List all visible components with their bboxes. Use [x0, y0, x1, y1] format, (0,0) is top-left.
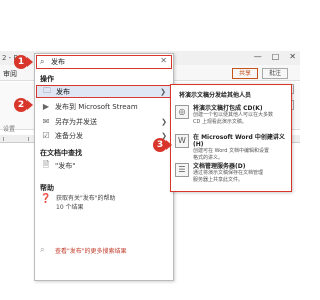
save-and-send-menu-item[interactable]: ✉ 另存为并发送 ❯: [36, 115, 172, 128]
document-icon: 🗎: [42, 159, 50, 169]
actions-section-title: 操作: [40, 75, 54, 83]
submenu-item-desc: 创建可在 Word 文档中编辑和设置: [193, 148, 270, 154]
menu-item-label: 另存为并发送: [55, 117, 97, 126]
search-bar[interactable]: ⌕ ✕: [36, 55, 172, 69]
help-section-title: 帮助: [40, 184, 54, 192]
folder-icon: 🗀: [43, 85, 51, 95]
save-send-icon: ✉: [42, 117, 50, 126]
more-search-results-link[interactable]: ⌕ 查看"发布"的更多搜索结果: [36, 244, 172, 256]
callout-badge-1: 1: [14, 55, 28, 69]
callout-arrow: [27, 100, 33, 110]
submenu-item-title: 将演示文稿打包成 CD(K): [193, 105, 263, 112]
close-window-icon[interactable]: ✕: [289, 52, 296, 61]
share-button[interactable]: 共享: [232, 68, 258, 79]
submenu-item-desc: 服务器上共享此文件。: [193, 177, 244, 183]
search-input[interactable]: [51, 57, 151, 67]
submenu-item-title: 文档管理服务器(D): [193, 163, 246, 170]
window-controls: — □ ✕: [254, 52, 296, 61]
callout-badge-3: 3: [153, 138, 167, 152]
more-results-label: 查看"发布"的更多搜索结果: [55, 247, 127, 255]
menu-item-label: 发布: [56, 87, 70, 96]
publish-menu-item[interactable]: 🗀 发布 ❯: [36, 85, 172, 98]
server-icon: ☰: [175, 163, 189, 177]
comments-button[interactable]: 批注: [262, 68, 288, 79]
ruler-marker: [3, 137, 29, 141]
submenu-item-title: 在 Microsoft Word 中创建讲义(H): [193, 134, 285, 148]
prepare-icon: ☑: [42, 131, 50, 140]
find-in-document-item[interactable]: 🗎 "发布": [36, 159, 172, 172]
menu-item-label: 发布到 Microsoft Stream: [55, 102, 138, 111]
callout-arrow: [27, 57, 33, 67]
ribbon-group-label: 设置: [3, 126, 16, 133]
minimize-icon[interactable]: —: [254, 52, 262, 61]
help-icon: ❓: [40, 194, 52, 204]
submenu-item-desc: 通过将演示文稿保存在文档管理: [193, 170, 264, 176]
word-icon: W: [175, 134, 189, 148]
package-to-cd-item[interactable]: ◎ 将演示文稿打包成 CD(K) 创建一个包以便其他人可以在大多数 CD 上观看…: [175, 103, 289, 126]
help-item-count: 10 个结果: [56, 204, 84, 211]
stream-icon: ▶: [42, 102, 50, 111]
create-handouts-item[interactable]: W 在 Microsoft Word 中创建讲义(H) 创建可在 Word 文档…: [175, 132, 289, 162]
chevron-right-icon: ❯: [161, 117, 167, 126]
publish-to-stream-menu-item[interactable]: ▶ 发布到 Microsoft Stream: [36, 100, 172, 113]
cd-icon: ◎: [175, 105, 189, 119]
find-item-label: "发布": [55, 161, 76, 170]
help-item-label: 获取有关"发布"的帮助: [56, 195, 116, 202]
submenu-item-desc: 创建一个包以便其他人可以在大多数: [193, 112, 274, 118]
prepare-distribution-menu-item[interactable]: ☑ 准备分发 ❯: [36, 129, 172, 142]
chevron-right-icon: ❯: [160, 87, 166, 96]
callout-badge-2: 2: [14, 98, 28, 112]
publish-submenu: 将演示文稿分发给其他人员 ◎ 将演示文稿打包成 CD(K) 创建一个包以便其他人…: [170, 84, 292, 192]
callout-arrow: [166, 140, 172, 150]
menu-item-label: 准备分发: [55, 131, 83, 140]
submenu-header: 将演示文稿分发给其他人员: [179, 92, 252, 99]
maximize-icon[interactable]: □: [272, 52, 280, 61]
tab-review[interactable]: 审阅: [3, 69, 17, 79]
search-icon: ⌕: [40, 245, 45, 254]
clear-icon[interactable]: ✕: [160, 56, 167, 65]
document-management-server-item[interactable]: ☰ 文档管理服务器(D) 通过将演示文稿保存在文档管理 服务器上共享此文件。: [175, 161, 289, 184]
help-item[interactable]: ❓ 获取有关"发布"的帮助 10 个结果: [36, 194, 172, 212]
submenu-item-desc: CD 上观看此演示文稿。: [193, 119, 247, 125]
find-section-title: 在文档中查找: [40, 149, 82, 157]
search-icon: ⌕: [40, 57, 45, 66]
